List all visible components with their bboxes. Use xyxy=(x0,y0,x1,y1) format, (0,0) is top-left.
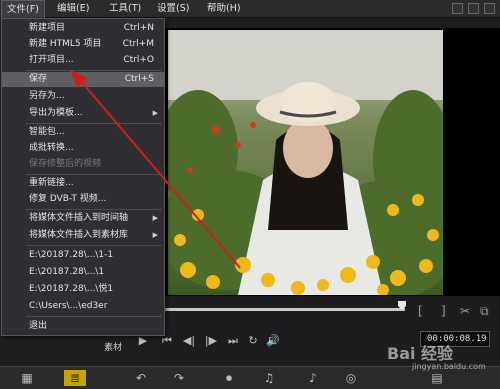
menu-save-trimmed-video: 保存修整后的视频 xyxy=(2,157,164,172)
menu-batch-convert[interactable]: 成批转换... xyxy=(2,141,164,156)
scrubber-track[interactable] xyxy=(165,308,405,311)
menu-bar: 文件(F) 编辑(E) 工具(T) 设置(S) 帮助(H) xyxy=(0,0,500,18)
shortcut-label: Ctrl+O xyxy=(123,55,154,65)
next-frame-icon[interactable]: |▶ xyxy=(202,333,220,349)
menu-recent-file-1[interactable]: E:\20187.28\...\1-1 xyxy=(2,248,164,263)
menu-repair-dvbt[interactable]: 修复 DVB-T 视频... xyxy=(2,192,164,207)
motion-track-icon[interactable]: ◎ xyxy=(340,370,362,386)
menu-relink[interactable]: 重新链接... xyxy=(2,176,164,191)
redo-icon[interactable]: ↷ xyxy=(168,370,190,386)
minimize-button[interactable] xyxy=(452,3,463,14)
menu-item-label: 打开项目... xyxy=(29,55,74,65)
menu-item-label: 保存修整后的视频 xyxy=(29,159,102,169)
shortcut-label: Ctrl+M xyxy=(122,39,154,49)
menu-item-label: C:\Users\...\ed3er xyxy=(29,301,108,311)
menu-recent-file-2[interactable]: E:\20187.28\...\1 xyxy=(2,265,164,280)
menu-tools[interactable]: 工具(T) xyxy=(104,0,146,18)
menu-file[interactable]: 文件(F) xyxy=(1,0,45,18)
submenu-arrow-icon: ▶ xyxy=(152,231,158,239)
menu-item-label: 新建 HTML5 项目 xyxy=(29,39,102,49)
menu-new-project[interactable]: 新建项目 Ctrl+N xyxy=(2,21,164,36)
menu-item-label: 导出为模板... xyxy=(29,108,83,118)
shortcut-label: Ctrl+N xyxy=(123,23,154,33)
volume-icon[interactable]: 🔊 xyxy=(264,333,282,349)
mark-in-icon[interactable]: [ xyxy=(418,304,423,318)
menu-open-project[interactable]: 打开项目... Ctrl+O xyxy=(2,53,164,68)
menu-item-label: 保存 xyxy=(29,74,48,84)
menu-save[interactable]: 保存 Ctrl+S xyxy=(2,72,164,87)
project-label[interactable]: 素材 xyxy=(104,340,122,353)
repeat-icon[interactable]: ↻ xyxy=(244,333,262,349)
menu-edit[interactable]: 编辑(E) xyxy=(52,0,94,18)
menu-exit[interactable]: 退出 xyxy=(2,319,164,334)
menu-item-label: 重新链接... xyxy=(29,178,74,188)
menu-recent-file-4[interactable]: C:\Users\...\ed3er xyxy=(2,299,164,314)
menu-separator xyxy=(26,209,162,210)
menu-recent-file-3[interactable]: E:\20187.28\...\悦1 xyxy=(2,282,164,297)
menu-item-label: E:\20187.28\...\1 xyxy=(29,267,105,277)
maximize-button[interactable] xyxy=(468,3,479,14)
menu-item-label: 智能包... xyxy=(29,127,65,137)
menu-save-as[interactable]: 另存为... xyxy=(2,89,164,104)
close-button[interactable] xyxy=(484,3,495,14)
file-menu-dropdown: 新建项目 Ctrl+N 新建 HTML5 项目 Ctrl+M 打开项目... C… xyxy=(1,18,165,336)
menu-smart-package[interactable]: 智能包... xyxy=(2,125,164,140)
menu-separator xyxy=(26,123,162,124)
prev-frame-icon[interactable]: ◀| xyxy=(180,333,198,349)
auto-music-icon[interactable]: ♪ xyxy=(302,370,324,386)
storyboard-view-icon[interactable]: ▦ xyxy=(16,370,38,386)
baidu-watermark-url: jingyan.baidu.com xyxy=(412,362,486,371)
subtitle-icon[interactable]: ▤ xyxy=(426,370,448,386)
menu-item-label: 成批转换... xyxy=(29,143,74,153)
undo-icon[interactable]: ↶ xyxy=(130,370,152,386)
menu-separator xyxy=(26,70,162,71)
menu-item-label: 将媒体文件插入到素材库 xyxy=(29,230,129,240)
menu-separator xyxy=(26,174,162,175)
submenu-arrow-icon: ▶ xyxy=(152,109,158,117)
baidu-watermark: Bai 经验 xyxy=(387,344,454,363)
menu-settings[interactable]: 设置(S) xyxy=(152,0,194,18)
menu-item-label: 新建项目 xyxy=(29,23,66,33)
submenu-arrow-icon: ▶ xyxy=(152,214,158,222)
menu-separator xyxy=(26,316,162,317)
menu-item-label: 将媒体文件插入到时间轴 xyxy=(29,213,129,223)
menu-insert-to-timeline[interactable]: 将媒体文件插入到时间轴 ▶ xyxy=(2,211,164,226)
menu-help[interactable]: 帮助(H) xyxy=(202,0,246,18)
menu-new-html5-project[interactable]: 新建 HTML5 项目 Ctrl+M xyxy=(2,37,164,52)
menu-item-label: E:\20187.28\...\悦1 xyxy=(29,284,114,294)
menu-export-template[interactable]: 导出为模板... ▶ xyxy=(2,106,164,121)
end-icon[interactable]: ⏭ xyxy=(224,333,242,349)
menu-insert-to-library[interactable]: 将媒体文件插入到素材库 ▶ xyxy=(2,228,164,243)
shortcut-label: Ctrl+S xyxy=(124,74,154,84)
record-icon[interactable]: ⏺ xyxy=(218,370,240,386)
menu-separator xyxy=(26,245,162,246)
preview-image xyxy=(168,30,443,295)
cut-icon[interactable]: ✂ xyxy=(460,304,470,318)
mark-out-icon[interactable]: ] xyxy=(441,304,446,318)
menu-item-label: 修复 DVB-T 视频... xyxy=(29,194,107,204)
menu-item-label: 另存为... xyxy=(29,91,65,101)
menu-item-label: 退出 xyxy=(29,321,48,331)
audio-mixer-icon[interactable]: ♫ xyxy=(258,370,280,386)
split-icon[interactable]: ⧉ xyxy=(480,304,489,319)
timeline-view-icon[interactable]: ≣ xyxy=(64,370,86,386)
menu-item-label: E:\20187.28\...\1-1 xyxy=(29,250,114,260)
